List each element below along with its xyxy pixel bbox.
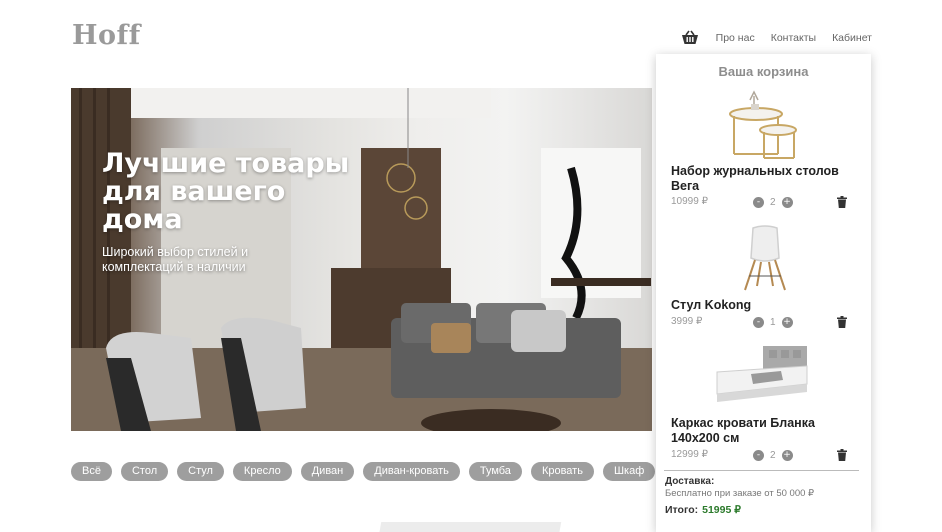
quantity-stepper: - 2 +	[753, 197, 793, 208]
increase-qty-button[interactable]: +	[781, 317, 793, 328]
coffee-tables-image	[729, 90, 797, 159]
cart-item: Каркас кровати Бланка 140x200 см 12999 ₽…	[671, 344, 861, 464]
quantity-stepper: - 2 +	[753, 450, 793, 461]
decrease-qty-button[interactable]: -	[753, 317, 764, 328]
cart-item-controls: 12999 ₽ - 2 +	[671, 449, 861, 463]
category-all[interactable]: Всё	[71, 462, 112, 481]
decrease-qty-button[interactable]: -	[753, 450, 764, 461]
cart-item-name[interactable]: Каркас кровати Бланка 140x200 см	[671, 416, 861, 446]
category-sofa[interactable]: Диван	[300, 462, 355, 481]
cart-item-qty: 2	[770, 197, 776, 208]
cart-item-qty: 1	[770, 317, 776, 328]
trash-icon[interactable]	[837, 449, 847, 461]
logo[interactable]: Hoff	[72, 20, 141, 51]
product-preview-shape	[378, 522, 562, 532]
trash-icon[interactable]	[837, 196, 847, 208]
cart-total: Итого: 51995 ₽	[665, 504, 741, 516]
category-armchair[interactable]: Кресло	[232, 462, 292, 481]
cart-item: Набор журнальных столов Вега 10999 ₽ - 2…	[671, 88, 861, 213]
total-value: 51995 ₽	[702, 504, 741, 516]
chair-image	[744, 225, 786, 291]
category-sofa-bed[interactable]: Диван-кровать	[363, 462, 460, 481]
cart-item-price: 10999 ₽	[671, 196, 708, 207]
increase-qty-button[interactable]: +	[781, 450, 793, 461]
cart-title: Ваша корзина	[718, 64, 809, 79]
nav-about-link[interactable]: Про нас	[716, 32, 755, 44]
cart-item-qty: 2	[770, 450, 776, 461]
cart-item: Стул Kokong 3999 ₽ - 1 +	[671, 224, 861, 334]
cart-item-controls: 10999 ₽ - 2 +	[671, 196, 861, 210]
total-label: Итого:	[665, 504, 699, 516]
category-wardrobe[interactable]: Шкаф	[602, 462, 656, 481]
trash-icon[interactable]	[837, 316, 847, 328]
top-nav: Про нас Контакты Кабинет	[680, 30, 872, 46]
cart-item-name[interactable]: Стул Kokong	[671, 298, 861, 313]
cart-item-name[interactable]: Набор журнальных столов Вега	[671, 164, 861, 194]
category-chair[interactable]: Стул	[177, 462, 224, 481]
nav-contacts-link[interactable]: Контакты	[771, 32, 816, 44]
cart-item-price: 12999 ₽	[671, 449, 708, 460]
hero-subtitle: Широкий выбор стилей и комплектаций в на…	[102, 245, 249, 274]
cart-item-price: 3999 ₽	[671, 316, 703, 327]
category-table[interactable]: Стол	[120, 462, 169, 481]
basket-icon[interactable]	[680, 30, 700, 46]
quantity-stepper: - 1 +	[753, 317, 793, 328]
bed-frame-image	[716, 346, 808, 402]
delivery-label: Доставка:	[665, 476, 715, 487]
increase-qty-button[interactable]: +	[781, 197, 793, 208]
delivery-note: Бесплатно при заказе от 50 000 ₽	[665, 488, 815, 499]
nav-account-link[interactable]: Кабинет	[832, 32, 872, 44]
decrease-qty-button[interactable]: -	[753, 197, 764, 208]
cart-dropdown: Ваша корзина Набор журнальных столов Вег…	[656, 54, 871, 532]
category-filter-bar: Всё Стол Стул Кресло Диван Диван-кровать…	[71, 462, 656, 481]
cart-divider	[664, 470, 859, 471]
category-nightstand[interactable]: Тумба	[468, 462, 522, 481]
hero-title: Лучшие товары для вашего дома	[102, 148, 350, 235]
category-bed[interactable]: Кровать	[530, 462, 594, 481]
cart-item-controls: 3999 ₽ - 1 +	[671, 316, 861, 330]
hero-banner: Лучшие товары для вашего дома Широкий вы…	[71, 88, 652, 431]
